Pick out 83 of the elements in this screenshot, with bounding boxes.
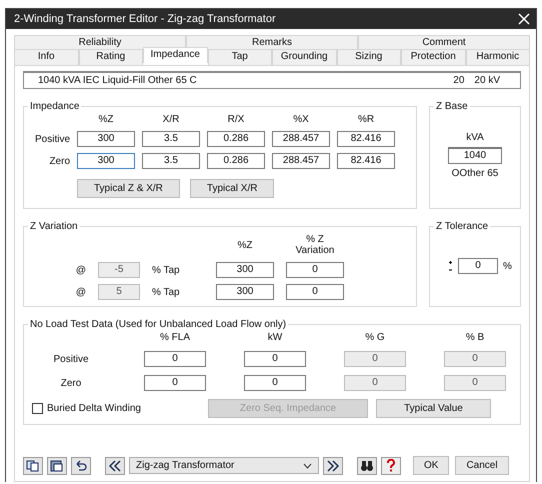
- input-field[interactable]: 300: [77, 131, 135, 147]
- summary-value: 20: [453, 75, 464, 86]
- window-title: 2-Winding Transformer Editor - Zig-zag Transformator: [14, 13, 276, 25]
- checkbox[interactable]: [32, 403, 43, 414]
- kva-field[interactable]: 1040: [448, 147, 502, 164]
- variation-field[interactable]: 0: [286, 284, 344, 300]
- input-field[interactable]: 0: [144, 375, 206, 391]
- input-field[interactable]: 82.416: [337, 153, 395, 169]
- group-title: Z Base: [435, 101, 469, 112]
- group-title: Z Variation: [29, 221, 79, 232]
- input-field[interactable]: 0.286: [207, 153, 265, 169]
- tab[interactable]: Harmonic: [466, 49, 530, 65]
- spinner-icon[interactable]: [448, 260, 453, 272]
- binoculars-icon[interactable]: [357, 456, 377, 474]
- tap-unit: % Tap: [152, 286, 181, 298]
- z-field[interactable]: 300: [216, 262, 274, 278]
- input-field[interactable]: 0: [244, 351, 306, 367]
- copy-icon[interactable]: [23, 456, 43, 474]
- input-field[interactable]: 0: [144, 351, 206, 367]
- column-header: %Z: [236, 240, 254, 250]
- column-header: % Z Variation: [294, 234, 336, 256]
- kva-label: kVA: [466, 132, 484, 143]
- close-icon[interactable]: [518, 13, 530, 25]
- group-title: No Load Test Data (Used for Unbalanced Load Flow only): [29, 319, 288, 330]
- cancel-button[interactable]: Cancel: [455, 456, 509, 475]
- tab[interactable]: Impedance: [143, 47, 208, 63]
- column-header: %X: [292, 114, 310, 125]
- input-field[interactable]: 288.457: [272, 131, 330, 147]
- help-icon[interactable]: [381, 456, 401, 474]
- at-label: @: [74, 264, 86, 276]
- tap-field[interactable]: 5: [98, 284, 140, 300]
- tap-field[interactable]: -5: [98, 262, 140, 278]
- column-header: % B: [464, 332, 486, 343]
- group-title: Impedance: [29, 101, 80, 112]
- summary-voltage: 20 kV: [474, 75, 500, 86]
- previous-icon[interactable]: [105, 456, 125, 474]
- paste-icon[interactable]: [47, 456, 67, 474]
- input-field[interactable]: 3.5: [142, 131, 200, 147]
- tab[interactable]: Protection: [401, 49, 466, 65]
- z-field[interactable]: 300: [216, 284, 274, 300]
- tab[interactable]: Reliability: [14, 35, 186, 49]
- column-header: %Z: [98, 114, 114, 125]
- column-header: % G: [364, 332, 386, 343]
- element-dropdown[interactable]: Zig-zag Transformator: [129, 457, 319, 474]
- buried-delta-checkbox[interactable]: Buried Delta Winding: [32, 403, 192, 414]
- at-label: @: [74, 286, 86, 298]
- input-field[interactable]: 288.457: [272, 153, 330, 169]
- tab[interactable]: Info: [14, 49, 78, 65]
- input-field[interactable]: 300: [77, 153, 135, 169]
- column-header: % FLA: [158, 332, 191, 343]
- tab[interactable]: Grounding: [272, 49, 336, 65]
- tap-unit: % Tap: [152, 264, 181, 276]
- tab[interactable]: Remarks: [186, 35, 358, 49]
- variation-field[interactable]: 0: [286, 262, 344, 278]
- input-field[interactable]: 3.5: [142, 153, 200, 169]
- summary-text: 1040 kVA IEC Liquid-Fill Other 65 C: [38, 75, 197, 86]
- input-field[interactable]: 0.286: [207, 131, 265, 147]
- tab[interactable]: Rating: [78, 49, 143, 65]
- row-label: Zero: [60, 378, 82, 388]
- column-header: kW: [266, 332, 284, 343]
- tab[interactable]: Sizing: [336, 49, 401, 65]
- row-label: Zero: [48, 156, 70, 166]
- column-header: %R: [356, 114, 376, 125]
- ok-button[interactable]: OK: [413, 456, 450, 475]
- typical-button[interactable]: Typical Z & X/R: [77, 179, 180, 198]
- row-label: Positive: [34, 134, 70, 144]
- tab[interactable]: Tap: [208, 49, 272, 65]
- checkbox-label: Buried Delta Winding: [47, 403, 141, 414]
- input-field[interactable]: 0: [244, 375, 306, 391]
- column-header: R/X: [226, 114, 246, 125]
- tab[interactable]: Comment: [358, 35, 530, 49]
- typical-button[interactable]: Typical X/R: [190, 179, 274, 198]
- chevron-icon: [303, 462, 312, 468]
- input-field[interactable]: 82.416: [337, 131, 395, 147]
- z-base-note: OOther 65: [452, 168, 498, 179]
- row-label: Positive: [52, 354, 90, 364]
- undo-icon[interactable]: [71, 456, 91, 474]
- column-header: X/R: [162, 114, 180, 125]
- typical-value-button[interactable]: Typical Value: [376, 399, 491, 418]
- group-title: Z Tolerance: [435, 221, 490, 232]
- percent-unit: %: [503, 260, 512, 272]
- next-icon[interactable]: [323, 456, 343, 474]
- tolerance-field[interactable]: 0: [458, 258, 498, 274]
